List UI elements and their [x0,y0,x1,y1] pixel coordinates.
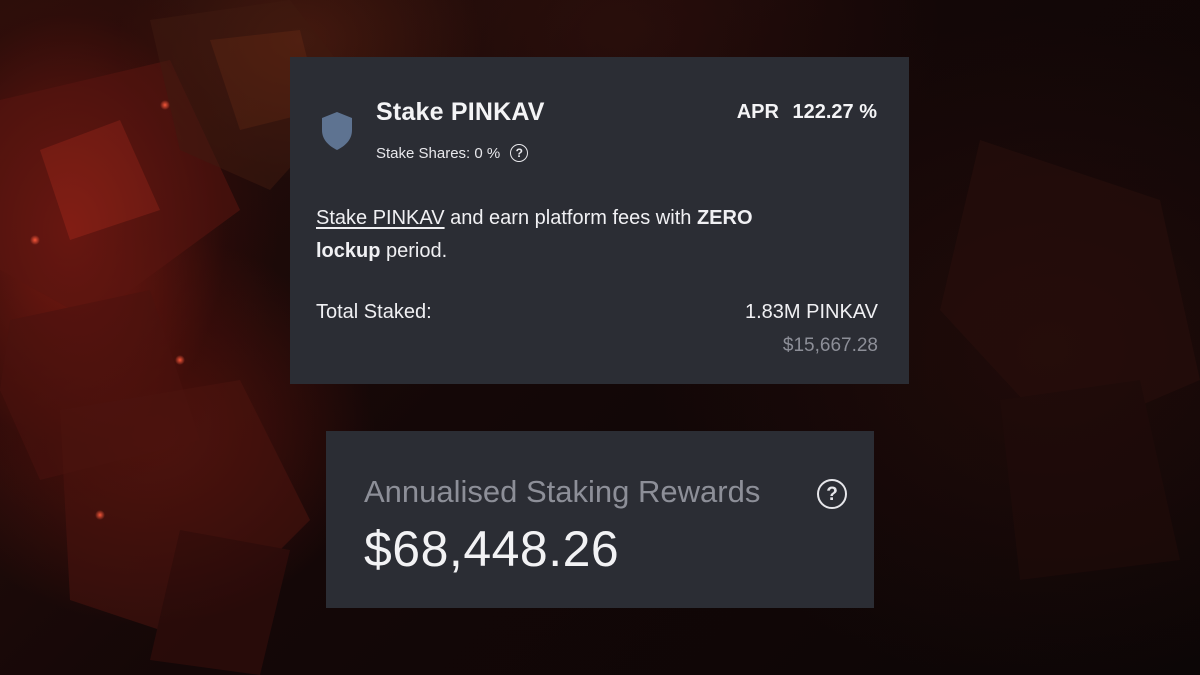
background-spark [30,235,40,245]
question-circle-icon[interactable]: ? [510,144,529,162]
description-text-end: period. [380,240,448,262]
stake-shares-label: Stake Shares: 0 % [376,144,501,162]
background-spark [160,100,170,110]
stake-title: Stake PINKAV [376,98,545,126]
rewards-value: $68,448.26 [364,521,620,577]
total-staked-label: Total Staked: [316,301,432,323]
background-shard [940,140,1200,580]
rewards-label: Annualised Staking Rewards [364,474,761,509]
apr-label: APR [736,101,779,123]
background-spark [95,510,105,520]
apr-display: APR 122.27 % [737,101,877,124]
total-staked-usd: $15,667.28 [782,335,878,356]
stake-shares-row: Stake Shares: 0 % ? [376,144,529,162]
help-question-icon[interactable]: ? [817,479,847,509]
description-bold-zero: ZERO [696,207,753,229]
stake-link[interactable]: Stake PINKAV [316,207,445,229]
total-staked-amount: 1.83M PINKAV [744,301,878,323]
stake-description: Stake PINKAV and earn platform fees with… [316,202,876,268]
shield-icon [322,112,352,150]
apr-value: 122.27 % [792,101,877,123]
description-text: and earn platform fees with [444,207,697,229]
background-spark [175,355,185,365]
description-bold-lockup: lockup [316,240,381,262]
background-shard [60,380,310,675]
